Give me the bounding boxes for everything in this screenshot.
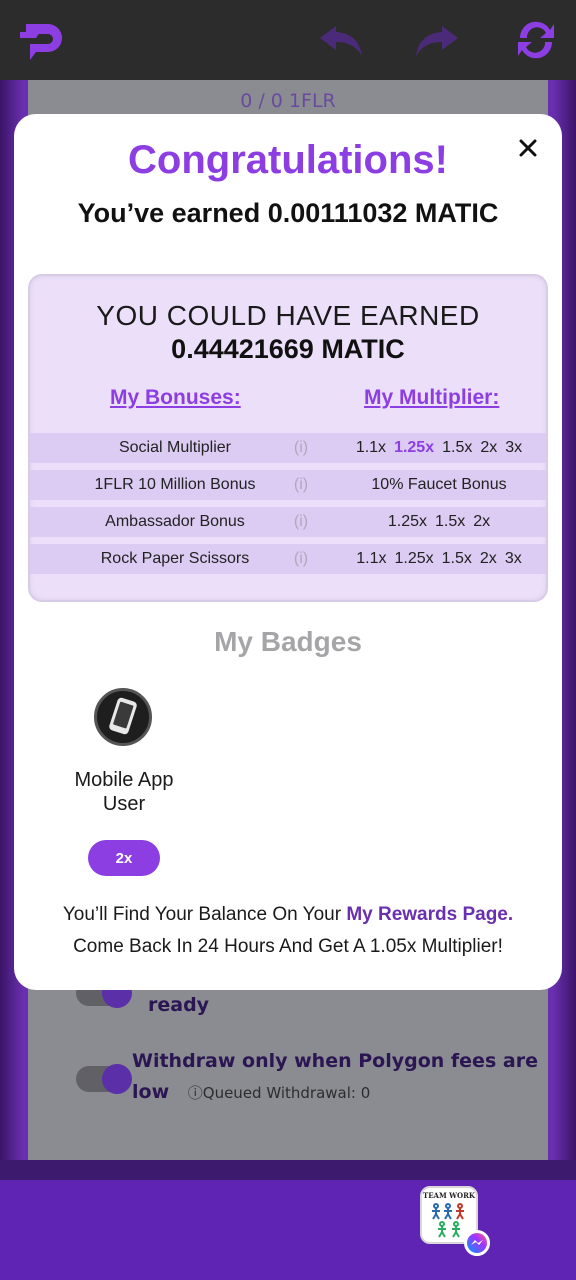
withdraw-label-low: low <box>132 1081 170 1103</box>
info-icon[interactable]: (i) <box>290 437 312 459</box>
badge-label-line2: User <box>102 793 146 815</box>
bonus-row: Social Multiplier (i) 1.1x 1.25x 1.5x 2x 3x <box>30 433 546 463</box>
multiplier-option: 1.1x <box>355 439 387 456</box>
top-app-bar <box>0 0 576 80</box>
info-icon[interactable]: (i) <box>290 511 312 533</box>
queued-withdrawal-text: Queued Withdrawal: 0 <box>202 1084 371 1102</box>
multiplier-option: 1.5x <box>441 550 472 567</box>
bonus-row: Ambassador Bonus (i) 1.25x 1.5x 2x <box>30 507 546 537</box>
my-bonuses-link[interactable]: My Bonuses: <box>110 386 241 410</box>
withdraw-label-line2: low ⓘQueued Withdrawal: 0 <box>132 1077 370 1108</box>
undo-arrow-icon[interactable] <box>318 22 364 58</box>
congratulations-modal: Congratulations! You’ve earned 0.0011103… <box>14 114 562 990</box>
bonus-name: Social Multiplier <box>118 439 232 456</box>
bonus-row: 1FLR 10 Million Bonus (i) 10% Faucet Bonus <box>30 470 546 500</box>
badges-title: My Badges <box>214 626 362 657</box>
modal-title: Congratulations! <box>128 138 448 182</box>
bonus-name: Rock Paper Scissors <box>100 550 250 567</box>
multiplier-option: 3x <box>505 439 523 456</box>
bonus-row: Rock Paper Scissors (i) 1.1x 1.25x 1.5x 2x 3x <box>30 544 546 574</box>
multiplier-option: 1.1x <box>356 550 387 567</box>
teamwork-title: TEAM WORK <box>422 1191 476 1200</box>
multiplier-option: 1.25x <box>394 550 434 567</box>
info-icon[interactable]: ⓘ <box>188 1084 203 1102</box>
multiplier-option: 10% Faucet Bonus <box>371 476 507 493</box>
ready-label: ready <box>148 994 210 1016</box>
multiplier-options: 1.1x 1.25x 1.5x 2x 3x <box>332 433 546 463</box>
could-have-earned-amount: 0.44421669 MATIC <box>171 334 405 364</box>
multiplier-option: 3x <box>504 550 522 567</box>
multiplier-option: 1.25x <box>394 439 435 456</box>
my-rewards-page-link[interactable]: My Rewards Page. <box>346 904 513 925</box>
footer-rewards-line: You’ll Find Your Balance On Your My Rewa… <box>14 904 562 926</box>
multiplier-option: 1.5x <box>434 513 466 530</box>
background-balance: 0 / 0 1FLR <box>240 90 336 112</box>
app-logo-icon[interactable] <box>18 14 70 66</box>
multiplier-option: 2x <box>480 439 498 456</box>
bonus-name: Ambassador Bonus <box>105 513 245 530</box>
could-have-earned-panel: YOU COULD HAVE EARNED 0.44421669 MATIC M… <box>28 274 548 602</box>
info-icon[interactable]: (i) <box>290 548 312 570</box>
messenger-icon[interactable] <box>464 1230 490 1256</box>
multiplier-option: 1.5x <box>442 439 473 456</box>
toggle-knob <box>102 1064 132 1094</box>
badge-label: Mobile App User <box>54 768 194 816</box>
multiplier-options: 1.25x 1.5x 2x <box>332 507 546 537</box>
bottom-bar <box>0 1180 576 1280</box>
earned-prefix: You’ve earned <box>77 198 261 228</box>
multiplier-options: 10% Faucet Bonus <box>332 470 546 500</box>
multiplier-option: 2x <box>479 550 497 567</box>
multiplier-options: 1.1x 1.25x 1.5x 2x 3x <box>332 544 546 574</box>
multiplier-option: 1.25x <box>387 513 427 530</box>
footer-rewards-prefix: You’ll Find Your Balance On Your <box>62 904 342 925</box>
bonus-name: 1FLR 10 Million Bonus <box>94 476 256 493</box>
multiplier-option: 2x <box>473 513 491 530</box>
withdraw-low-fees-toggle[interactable] <box>76 1064 132 1094</box>
badge-multiplier-pill: 2x <box>88 840 160 876</box>
earned-text: You’ve earned 0.00111032 MATIC <box>14 198 562 229</box>
background-strip <box>0 1160 576 1182</box>
earned-amount: 0.00111032 MATIC <box>267 198 499 228</box>
refresh-icon[interactable] <box>512 16 560 64</box>
withdraw-label-line1: Withdraw only when Polygon fees are <box>132 1050 538 1072</box>
my-multiplier-link[interactable]: My Multiplier: <box>364 386 499 410</box>
could-have-earned-title: YOU COULD HAVE EARNED <box>96 300 480 331</box>
badge-label-line1: Mobile App <box>74 769 174 791</box>
smartphone-icon <box>94 688 152 746</box>
info-icon[interactable]: (i) <box>290 474 312 496</box>
footer-comeback-line: Come Back In 24 Hours And Get A 1.05x Mu… <box>73 936 503 957</box>
redo-arrow-icon[interactable] <box>414 22 460 58</box>
